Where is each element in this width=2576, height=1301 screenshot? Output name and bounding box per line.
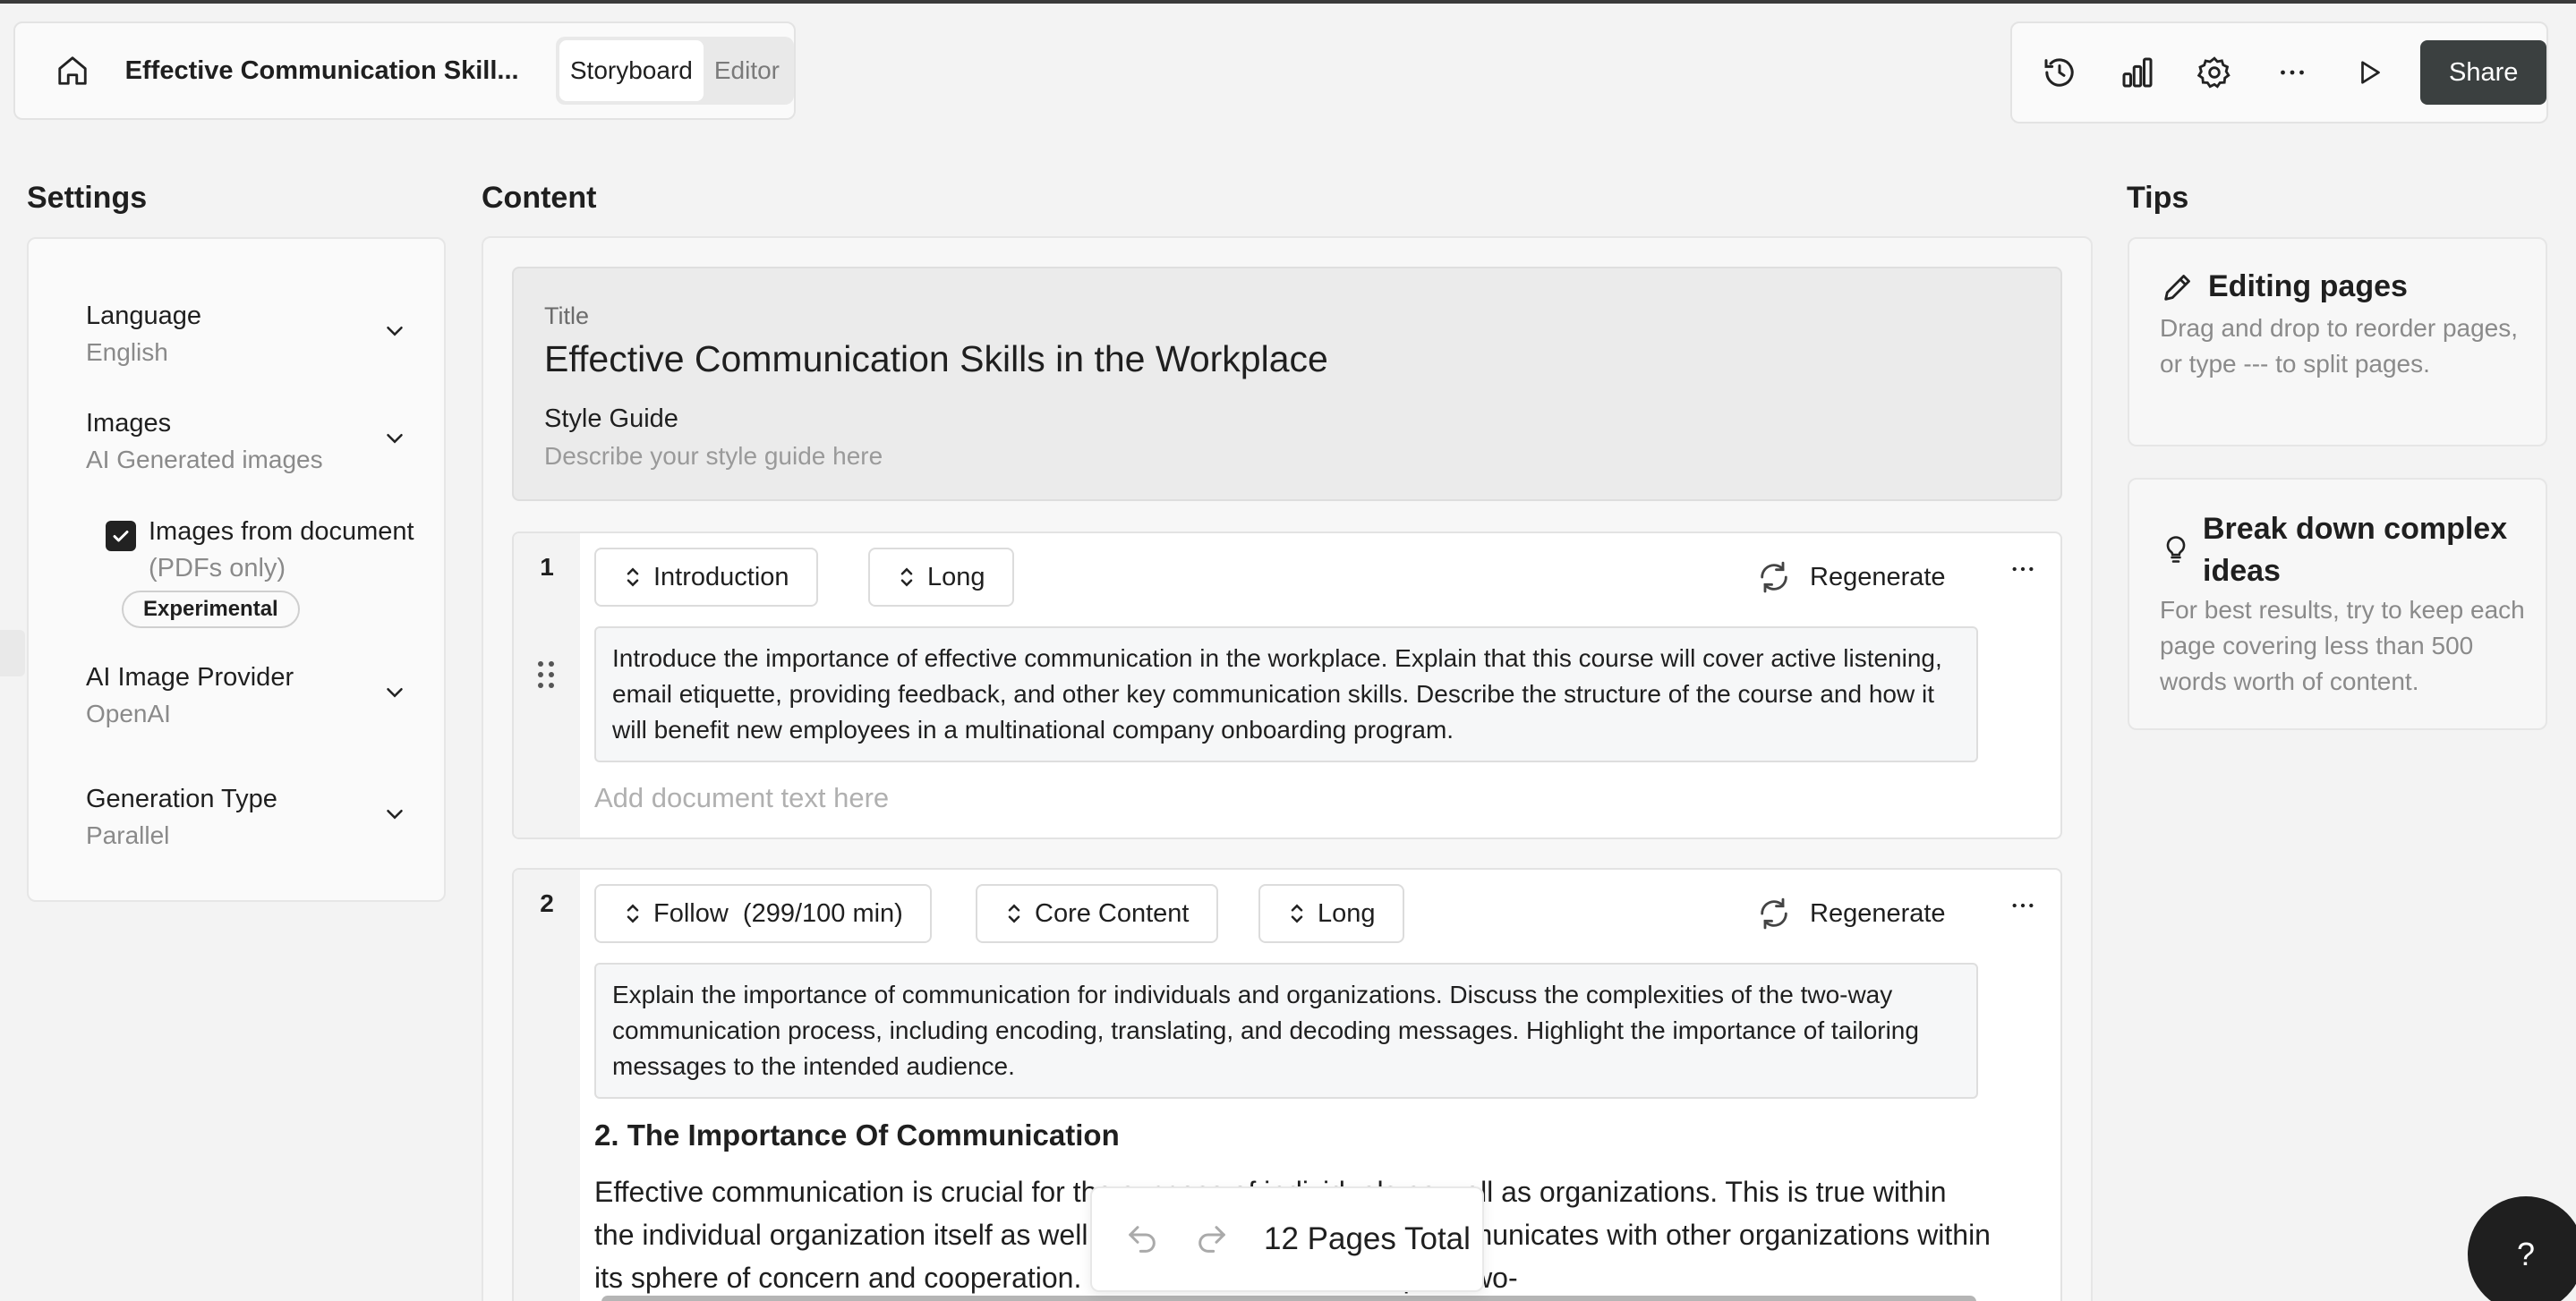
- page-type-label: Introduction: [653, 562, 789, 591]
- style-guide-label: Style Guide: [544, 404, 678, 433]
- title-label: Title: [544, 302, 590, 329]
- settings-button[interactable]: [2187, 44, 2242, 101]
- course-title-card: Title Effective Communication Skills in …: [512, 267, 2062, 501]
- document-heading: 2. The Importance Of Communication: [594, 1118, 1120, 1152]
- images-select[interactable]: Images AI Generated images: [86, 409, 426, 474]
- tip-title: Break down complex ideas: [2203, 512, 2508, 588]
- tips-heading: Tips: [2127, 181, 2189, 215]
- ai-image-provider-label: AI Image Provider: [86, 663, 294, 692]
- lightbulb-icon: [2160, 531, 2192, 567]
- page-length-label: Long: [1318, 898, 1376, 928]
- tab-storyboard[interactable]: Storyboard: [559, 40, 704, 101]
- pages-total-label: 12 Pages Total: [1264, 1221, 1471, 1256]
- preview-button[interactable]: [2341, 44, 2397, 101]
- updown-chevron-icon: [1001, 900, 1028, 927]
- more-icon: [2009, 555, 2037, 583]
- updown-chevron-icon: [893, 564, 920, 591]
- regenerate-button[interactable]: Regenerate: [1756, 884, 1946, 943]
- language-select[interactable]: Language English: [86, 302, 426, 367]
- tip-card: Editing pages Drag and drop to reorder p…: [2128, 237, 2547, 446]
- generation-type-value: Parallel: [86, 821, 170, 849]
- analytics-icon: [2120, 55, 2155, 90]
- images-from-document-checkbox[interactable]: [106, 521, 136, 551]
- page-type-label: Core Content: [1035, 898, 1190, 928]
- generation-type-label: Generation Type: [86, 785, 277, 813]
- page-more-button[interactable]: [2009, 891, 2037, 920]
- tab-editor[interactable]: Editor: [704, 40, 790, 101]
- page-prompt[interactable]: Introduce the importance of effective co…: [594, 626, 1978, 762]
- page-length-select[interactable]: Long: [1258, 884, 1404, 943]
- tip-body: Drag and drop to reorder pages, or type …: [2160, 314, 2519, 378]
- checkmark-icon: [110, 525, 132, 547]
- tip-card: Break down complex ideas For best result…: [2128, 478, 2547, 730]
- document-text-input[interactable]: Add document text here: [594, 782, 889, 814]
- undo-button[interactable]: [1124, 1221, 1160, 1257]
- regenerate-button[interactable]: Regenerate: [1756, 548, 1946, 607]
- settings-panel: Language English Images AI Generated ima…: [27, 237, 446, 902]
- sidebar-collapse-handle[interactable]: [0, 630, 25, 676]
- images-from-document-label: Images from document: [149, 517, 414, 546]
- refresh-icon: [1756, 559, 1792, 595]
- ai-image-provider-value: OpenAI: [86, 700, 171, 727]
- updown-chevron-icon: [619, 900, 646, 927]
- pages-toolbar: 12 Pages Total: [1090, 1186, 1484, 1292]
- page-prompt[interactable]: Explain the importance of communication …: [594, 963, 1978, 1099]
- updown-chevron-icon: [1284, 900, 1310, 927]
- pencil-icon: [2160, 269, 2196, 305]
- analytics-button[interactable]: [2109, 44, 2164, 101]
- page-length-select[interactable]: Long: [868, 548, 1014, 607]
- page-length-label: Long: [927, 562, 985, 591]
- more-button[interactable]: [2264, 44, 2319, 101]
- settings-icon: [2196, 55, 2232, 90]
- updown-chevron-icon: [619, 564, 646, 591]
- view-switcher: Storyboard Editor: [555, 37, 794, 105]
- action-toolbar: Share: [2010, 21, 2548, 123]
- language-value: English: [86, 338, 168, 366]
- page-card: 1 Introduction Long Regenerate Introduce…: [512, 531, 2062, 839]
- images-label: Images: [86, 409, 172, 438]
- page-type-select[interactable]: Core Content: [976, 884, 1218, 943]
- tip-body: For best results, try to keep each page …: [2160, 596, 2525, 695]
- title-input[interactable]: Effective Communication Skills in the Wo…: [544, 338, 1328, 380]
- home-button[interactable]: [42, 39, 104, 102]
- ai-image-provider-select[interactable]: AI Image Provider OpenAI: [86, 663, 426, 728]
- images-from-document-sub: (PDFs only): [149, 554, 286, 582]
- page-follow-label: Follow (299/100 min): [653, 898, 903, 928]
- images-value: AI Generated images: [86, 446, 323, 473]
- page-number: 1: [540, 553, 554, 581]
- chevron-down-icon: [381, 318, 408, 344]
- settings-heading: Settings: [27, 181, 148, 215]
- regenerate-label: Regenerate: [1810, 898, 1946, 928]
- redo-button[interactable]: [1194, 1221, 1230, 1257]
- history-icon: [2042, 55, 2077, 90]
- style-guide-input[interactable]: Describe your style guide here: [544, 442, 883, 471]
- regenerate-label: Regenerate: [1810, 562, 1946, 591]
- page-more-button[interactable]: [2009, 555, 2037, 583]
- share-button[interactable]: Share: [2420, 40, 2547, 105]
- drag-handle-icon[interactable]: [535, 659, 557, 691]
- chevron-down-icon: [381, 801, 408, 828]
- tip-title: Editing pages: [2208, 269, 2408, 303]
- experimental-badge: Experimental: [122, 591, 300, 628]
- more-icon: [2276, 56, 2308, 89]
- page-follow-select[interactable]: Follow (299/100 min): [594, 884, 932, 943]
- document-title: Effective Communication Skill...: [124, 55, 519, 85]
- page-number: 2: [540, 889, 554, 917]
- chevron-down-icon: [381, 679, 408, 706]
- play-icon: [2353, 56, 2385, 89]
- generation-type-select[interactable]: Generation Type Parallel: [86, 785, 426, 850]
- home-icon: [55, 54, 90, 88]
- history-button[interactable]: [2032, 44, 2087, 101]
- content-heading: Content: [482, 181, 597, 215]
- document-header: Effective Communication Skill... Storybo…: [13, 21, 796, 120]
- help-button[interactable]: ?: [2468, 1196, 2576, 1301]
- scrollbar-thumb[interactable]: [601, 1296, 1976, 1301]
- refresh-icon: [1756, 896, 1792, 931]
- page-type-select[interactable]: Introduction: [594, 548, 818, 607]
- chevron-down-icon: [381, 425, 408, 452]
- language-label: Language: [86, 302, 202, 330]
- more-icon: [2009, 891, 2037, 920]
